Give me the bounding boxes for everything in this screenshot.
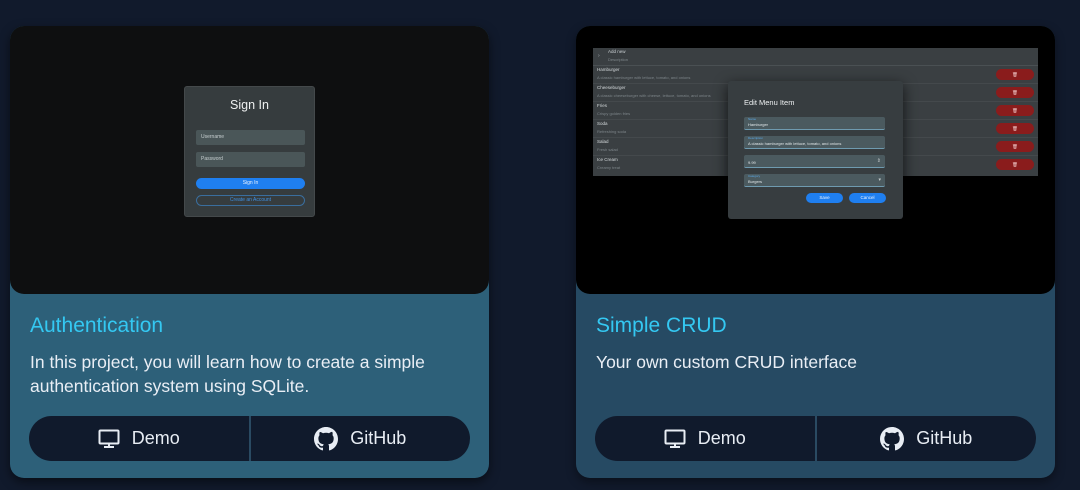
edit-menu-item-preview-dialog: Edit Menu Item Name Hamburger Descriptio… [728, 81, 903, 219]
dialog-name-label: Name [748, 117, 757, 121]
crud-row-name: Hamburger [597, 67, 620, 72]
crud-row-delete-button: 🗑 [996, 123, 1034, 134]
project-preview-image: Sign In Username Password Sign In Create… [10, 26, 489, 294]
github-button[interactable]: GitHub [248, 416, 471, 461]
github-icon [880, 426, 905, 451]
dialog-description-field: Description A classic hamburger with let… [744, 136, 885, 149]
dialog-description-value: A classic hamburger with lettuce, tomato… [748, 141, 842, 146]
card-title[interactable]: Simple CRUD [596, 314, 727, 338]
stepper-icon: ⇕ [876, 158, 881, 164]
crud-row-delete-button: 🗑 [996, 105, 1034, 116]
card-button-group: Demo GitHub [29, 416, 470, 461]
crud-row-name: Fries [597, 103, 607, 108]
demo-button-label: Demo [131, 428, 180, 448]
dialog-description-label: Description [748, 136, 764, 140]
project-card-authentication: Sign In Username Password Sign In Create… [10, 26, 489, 478]
crud-row-name: Salad [597, 139, 609, 144]
crud-row-delete-button: 🗑 [996, 141, 1034, 152]
crud-preview-header-sub: Description [608, 57, 629, 62]
demo-button[interactable]: Demo [595, 416, 815, 461]
github-button-label: GitHub [916, 428, 973, 448]
top-cropped-text [0, 0, 1080, 20]
card-description: In this project, you will learn how to c… [30, 352, 425, 396]
dialog-price-value: 9.99 [748, 160, 756, 165]
crud-row-desc: Crispy golden fries [597, 111, 631, 116]
create-account-preview-button: Create an Account [196, 195, 305, 206]
password-preview-field: Password [196, 152, 305, 167]
dialog-title: Edit Menu Item [744, 98, 795, 107]
crud-row-name: Soda [597, 121, 608, 126]
dialog-save-button: Save [806, 193, 843, 203]
crud-row-delete-button: 🗑 [996, 87, 1034, 98]
chevron-icon: › [598, 53, 600, 59]
card-description: Your own custom CRUD interface [596, 352, 857, 372]
project-card-simple-crud: › Add new Description Hamburger A classi… [576, 26, 1055, 478]
github-button-label: GitHub [350, 428, 407, 448]
crud-row-desc: A classic cheeseburger with cheese, lett… [597, 93, 711, 98]
github-button[interactable]: GitHub [814, 416, 1037, 461]
demo-button[interactable]: Demo [29, 416, 249, 461]
card-title[interactable]: Authentication [30, 314, 163, 338]
dialog-name-field: Name Hamburger [744, 117, 885, 130]
crud-row-desc: Refreshing soda [597, 129, 627, 134]
dialog-cancel-button: Cancel [849, 193, 886, 203]
crud-row-desc: Creamy treat [597, 165, 621, 170]
signin-preview-button: Sign In [196, 178, 305, 189]
dropdown-arrow-icon: ▾ [878, 177, 881, 183]
crud-row-desc: Fresh salad [597, 147, 618, 152]
crud-row-desc: A classic hamburger with lettuce, tomato… [597, 75, 691, 80]
crud-preview-header: › Add new Description [593, 48, 1038, 66]
monitor-icon [98, 429, 120, 449]
demo-button-label: Demo [697, 428, 746, 448]
github-icon [314, 426, 339, 451]
crud-preview-header-label: Add new [608, 49, 626, 54]
crud-row-delete-button: 🗑 [996, 69, 1034, 80]
signin-preview-dialog: Sign In Username Password Sign In Create… [184, 86, 315, 217]
dialog-category-label: Category [748, 174, 761, 178]
dialog-price-field: 9.99 ⇕ [744, 155, 885, 168]
crud-row-name: Cheeseburger [597, 85, 626, 90]
signin-preview-title: Sign In [230, 98, 269, 112]
card-button-group: Demo GitHub [595, 416, 1036, 461]
crud-row-name: Ice Cream [597, 157, 618, 162]
monitor-icon [664, 429, 686, 449]
username-preview-field: Username [196, 130, 305, 145]
dialog-name-value: Hamburger [748, 122, 769, 127]
dialog-category-field: Category Burgers ▾ [744, 174, 885, 187]
project-preview-image: › Add new Description Hamburger A classi… [576, 26, 1055, 294]
dialog-category-value: Burgers [748, 179, 763, 184]
crud-row-delete-button: 🗑 [996, 159, 1034, 170]
